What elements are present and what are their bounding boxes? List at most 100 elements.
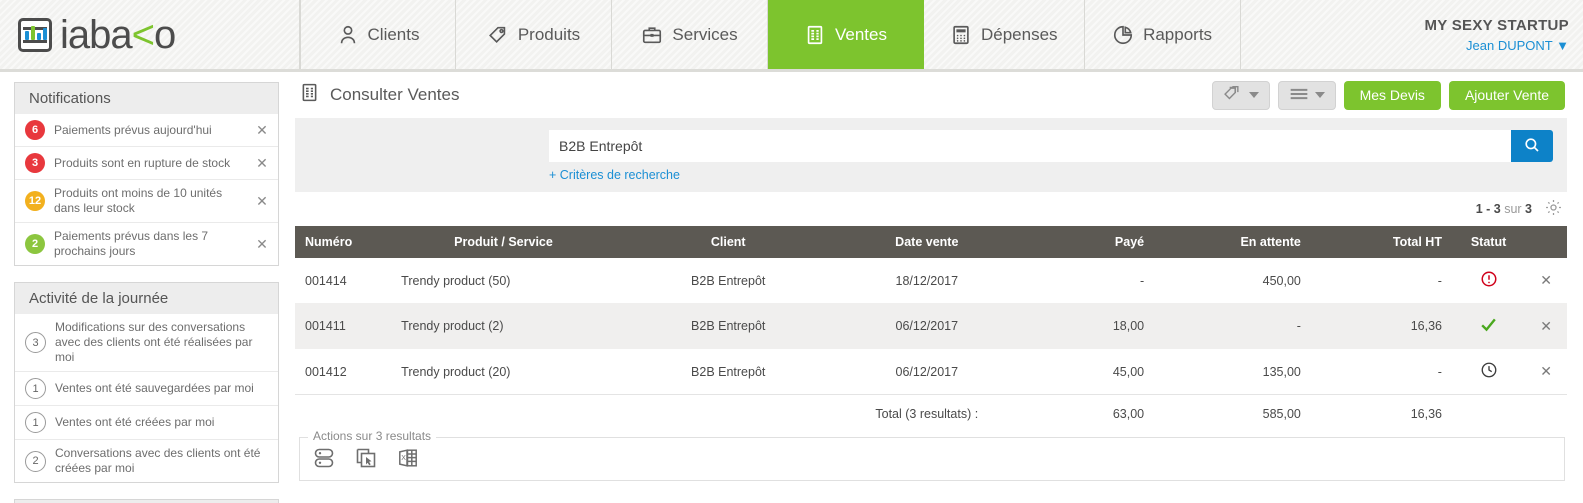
- activity-count: 1: [25, 378, 46, 399]
- search-panel: + Critères de recherche: [295, 118, 1567, 192]
- nav-item-clients[interactable]: Clients: [300, 0, 456, 69]
- column-header-statut[interactable]: Statut: [1451, 226, 1526, 258]
- company-name: MY SEXY STARTUP: [1424, 16, 1569, 34]
- column-header-client[interactable]: Client: [615, 226, 841, 258]
- page-body: Notifications 6 Paiements prévus aujourd…: [0, 72, 1583, 503]
- close-icon[interactable]: ✕: [254, 237, 270, 251]
- table-row[interactable]: 001412 Trendy product (20) B2B Entrepôt …: [295, 349, 1567, 395]
- activity-item[interactable]: 1 Ventes ont été sauvegardées par moi: [15, 372, 278, 406]
- activity-item[interactable]: 3 Modifications sur des conversations av…: [15, 314, 278, 372]
- cell-total-ht: -: [1437, 273, 1442, 288]
- table-row[interactable]: 001414 Trendy product (50) B2B Entrepôt …: [295, 258, 1567, 303]
- nav-item-depenses[interactable]: Dépenses: [924, 0, 1085, 69]
- logo-wordmark: iaba<o: [60, 12, 176, 57]
- column-header-en-attente[interactable]: En attente: [1154, 226, 1311, 258]
- nav-label: Rapports: [1143, 24, 1213, 44]
- notification-item[interactable]: 12 Produits ont moins de 10 unités dans …: [15, 180, 278, 223]
- cell-paye: -: [1139, 273, 1145, 288]
- logo-mark-icon: [18, 17, 52, 52]
- close-icon[interactable]: ✕: [254, 156, 270, 170]
- search-input[interactable]: [549, 130, 1511, 162]
- gear-icon[interactable]: [1544, 198, 1563, 220]
- delete-row-icon[interactable]: ✕: [1540, 318, 1552, 334]
- result-range: 1 - 3 sur 3: [1476, 202, 1532, 216]
- table-row[interactable]: 001411 Trendy product (2) B2B Entrepôt 0…: [295, 303, 1567, 349]
- column-header-paye[interactable]: Payé: [1013, 226, 1155, 258]
- activity-count: 3: [25, 332, 46, 353]
- notifications-panel: Notifications 6 Paiements prévus aujourd…: [14, 82, 279, 266]
- nav-item-rapports[interactable]: Rapports: [1085, 0, 1241, 69]
- notification-count-badge: 2: [25, 234, 45, 254]
- column-header-total-ht[interactable]: Total HT: [1310, 226, 1452, 258]
- cell-delete: ✕: [1525, 303, 1567, 349]
- cell-numero[interactable]: 001412: [295, 349, 391, 395]
- nav-label: Dépenses: [981, 24, 1058, 44]
- activity-text: Ventes ont été créées par moi: [55, 415, 215, 429]
- activity-item[interactable]: 1 Ventes ont été créées par moi: [15, 406, 278, 440]
- cell-en-attente: 450,00: [1262, 273, 1301, 288]
- tags-icon: [1223, 84, 1243, 107]
- activity-text: Ventes ont été sauvegardées par moi: [55, 381, 254, 395]
- header-actions: Mes Devis Ajouter Vente: [1211, 80, 1565, 110]
- clock-icon: [1480, 362, 1498, 382]
- user-menu[interactable]: Jean DUPONT ▼: [1466, 38, 1569, 53]
- result-range-value: 1 - 3: [1475, 202, 1501, 216]
- close-icon[interactable]: ✕: [254, 194, 270, 208]
- tags-filter-button[interactable]: [1211, 80, 1270, 110]
- cell-total-ht: -: [1437, 364, 1442, 379]
- bulk-actions-icons: X: [312, 446, 1552, 470]
- column-header-actions: [1525, 226, 1567, 258]
- cell-paye: 45,00: [1112, 364, 1145, 379]
- cell-statut: [1452, 349, 1525, 395]
- notification-text: Produits sont en rupture de stock: [54, 155, 231, 170]
- nav-item-produits[interactable]: Produits: [456, 0, 612, 69]
- totals-label: Total (3 resultats) :: [840, 394, 1014, 433]
- duplicate-icon[interactable]: [354, 446, 378, 470]
- cell-client: B2B Entrepôt: [691, 273, 766, 288]
- invoice-icon: [299, 82, 320, 108]
- cell-date-vente: 06/12/2017: [895, 364, 959, 379]
- notification-item[interactable]: 6 Paiements prévus aujourd'hui ✕: [15, 114, 278, 147]
- add-sale-button[interactable]: Ajouter Vente: [1448, 80, 1565, 110]
- chevron-down-icon: [1248, 92, 1259, 98]
- nav-item-services[interactable]: Services: [612, 0, 768, 69]
- result-sur-label: sur: [1504, 202, 1522, 216]
- notification-item[interactable]: 2 Paiements prévus dans les 7 prochains …: [15, 223, 278, 265]
- content-header: Consulter Ventes Mes Devis Ajouter Vente: [295, 72, 1567, 118]
- totals-en-attente: 585,00: [1154, 394, 1311, 433]
- cell-en-attente: 135,00: [1262, 364, 1301, 379]
- sidebar: Notifications 6 Paiements prévus aujourd…: [0, 72, 295, 503]
- list-menu-button[interactable]: [1277, 80, 1336, 110]
- excel-export-icon[interactable]: X: [396, 446, 420, 470]
- activity-title: Activité de la journée: [15, 283, 278, 314]
- delete-row-icon[interactable]: ✕: [1540, 363, 1552, 379]
- cell-numero[interactable]: 001411: [295, 303, 392, 349]
- close-icon[interactable]: ✕: [254, 123, 270, 137]
- brand-logo[interactable]: iaba<o: [0, 0, 300, 69]
- column-header-numero[interactable]: Numéro: [295, 226, 392, 258]
- delete-row-icon[interactable]: ✕: [1540, 272, 1552, 288]
- totals-paye: 63,00: [1013, 394, 1155, 433]
- cell-date-vente: 18/12/2017: [895, 273, 959, 288]
- main-content: Consulter Ventes Mes Devis Ajouter Vente…: [295, 72, 1583, 503]
- notification-count-badge: 3: [25, 153, 45, 173]
- column-header-produit[interactable]: Produit / Service: [391, 226, 616, 258]
- notification-item[interactable]: 3 Produits sont en rupture de stock ✕: [15, 147, 278, 180]
- cell-numero[interactable]: 001414: [295, 258, 391, 303]
- nav-label: Produits: [517, 24, 581, 44]
- column-header-date-vente[interactable]: Date vente: [840, 226, 1014, 258]
- search-button[interactable]: [1511, 130, 1553, 162]
- activity-item[interactable]: 2 Conversations avec des clients ont été…: [15, 440, 278, 482]
- check-icon: [1479, 318, 1498, 337]
- notifications-title: Notifications: [15, 83, 278, 114]
- result-count-row: 1 - 3 sur 3: [295, 192, 1567, 226]
- cell-delete: ✕: [1525, 349, 1567, 395]
- page-title: Consulter Ventes: [299, 82, 459, 108]
- nav-item-ventes[interactable]: Ventes: [768, 0, 924, 69]
- batch-icon[interactable]: [312, 446, 336, 470]
- notification-count-badge: 6: [25, 120, 45, 140]
- search-criteria-link[interactable]: + Critères de recherche: [549, 168, 680, 182]
- my-quotes-button[interactable]: Mes Devis: [1343, 80, 1441, 110]
- result-total-value: 3: [1525, 202, 1532, 216]
- nav-label: Services: [672, 24, 738, 44]
